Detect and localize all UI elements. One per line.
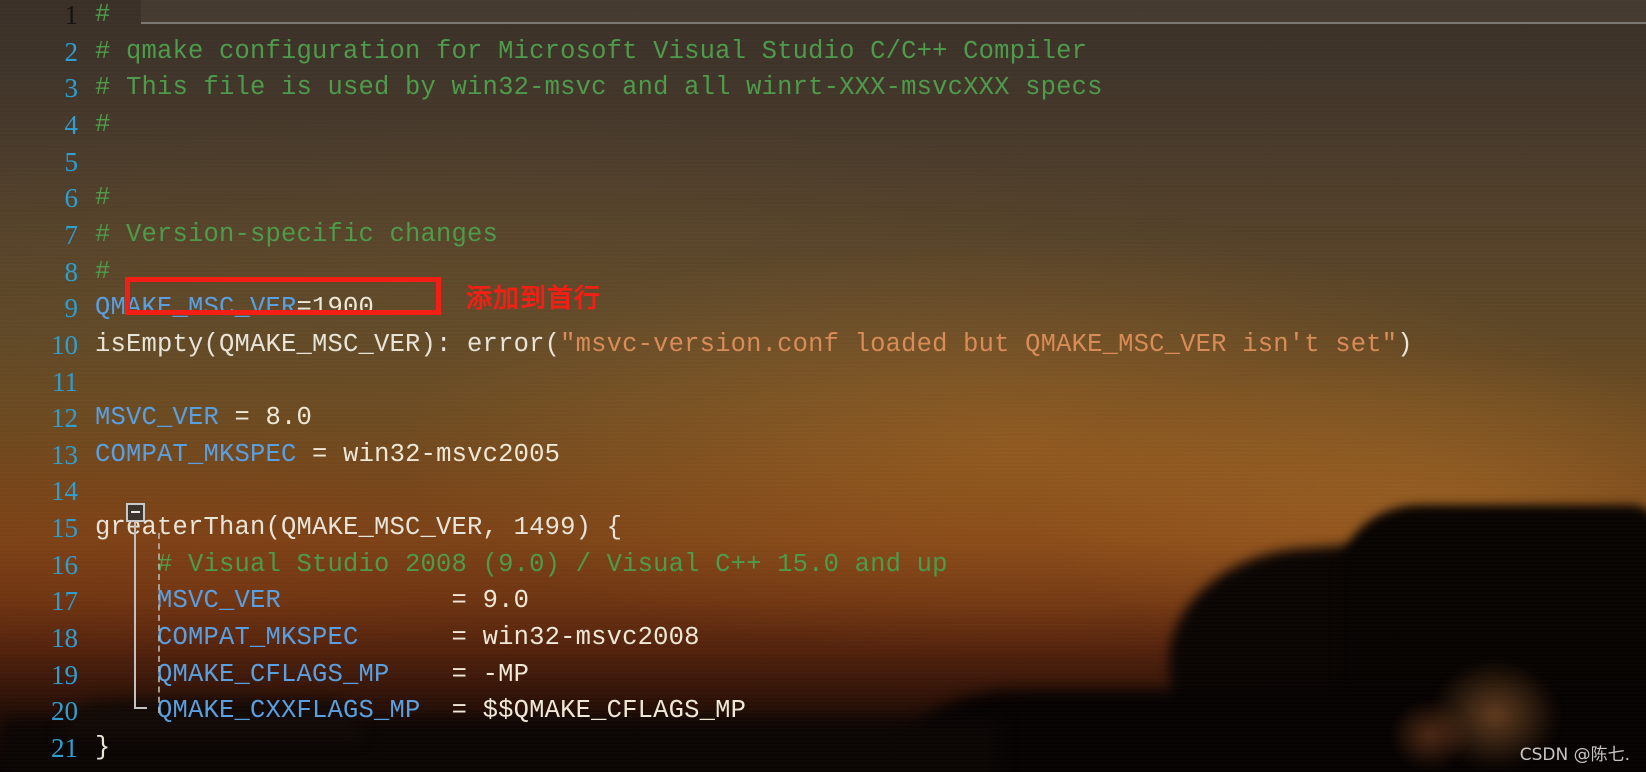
code-line[interactable]: 12 MSVC_VER = 8.0 bbox=[0, 400, 1646, 437]
code-token-cmt: # bbox=[95, 109, 111, 139]
code-text[interactable]: # Version-specific changes bbox=[95, 217, 1646, 254]
code-text[interactable]: MSVC_VER = 9.0 bbox=[95, 583, 1646, 620]
indent-guide bbox=[158, 533, 160, 713]
code-token-val: -MP bbox=[482, 659, 530, 689]
line-number: 10 bbox=[51, 329, 78, 360]
code-line[interactable]: 7 # Version-specific changes bbox=[0, 217, 1646, 254]
code-line[interactable]: 17 MSVC_VER = 9.0 bbox=[0, 583, 1646, 620]
line-number: 8 bbox=[64, 256, 79, 287]
code-token-op: = bbox=[420, 696, 483, 726]
line-number: 18 bbox=[51, 623, 78, 654]
line-number: 9 bbox=[64, 293, 79, 324]
code-token-op: = bbox=[281, 586, 483, 616]
code-line[interactable]: 16 # Visual Studio 2008 (9.0) / Visual C… bbox=[0, 547, 1646, 584]
code-line[interactable]: 15 greaterThan(QMAKE_MSC_VER, 1499) { bbox=[0, 510, 1646, 547]
code-line[interactable]: 20 QMAKE_CXXFLAGS_MP = $$QMAKE_CFLAGS_MP bbox=[0, 693, 1646, 730]
line-number: 19 bbox=[51, 659, 78, 690]
minus-fold-icon[interactable] bbox=[126, 503, 145, 522]
line-number: 3 bbox=[64, 73, 79, 104]
line-number: 20 bbox=[51, 696, 78, 727]
code-text[interactable]: COMPAT_MKSPEC = win32-msvc2008 bbox=[95, 620, 1646, 657]
code-token-cmt: # This file is used by win32-msvc and al… bbox=[95, 73, 1103, 103]
code-text[interactable]: isEmpty(QMAKE_MSC_VER): error("msvc-vers… bbox=[95, 327, 1646, 364]
line-number: 16 bbox=[51, 549, 78, 580]
line-number: 14 bbox=[51, 476, 78, 507]
code-token-val: 8.0 bbox=[265, 403, 313, 433]
line-number: 12 bbox=[51, 403, 78, 434]
line-number: 15 bbox=[51, 513, 78, 544]
code-token-var: COMPAT_MKSPEC bbox=[95, 439, 297, 469]
code-text[interactable]: # bbox=[95, 0, 1646, 34]
code-token-var: QMAKE_CXXFLAGS_MP bbox=[95, 696, 421, 726]
code-token-op: = bbox=[389, 659, 483, 689]
code-text[interactable]: } bbox=[95, 730, 1646, 767]
code-text[interactable]: MSVC_VER = 8.0 bbox=[95, 400, 1646, 437]
code-line[interactable]: 1 # bbox=[0, 0, 1646, 34]
code-token-var: MSVC_VER bbox=[95, 586, 282, 616]
code-token-var: MSVC_VER bbox=[95, 403, 220, 433]
code-token-cmt: # bbox=[95, 256, 111, 286]
code-line[interactable]: 14 bbox=[0, 473, 1646, 510]
code-text[interactable]: QMAKE_CXXFLAGS_MP = $$QMAKE_CFLAGS_MP bbox=[95, 693, 1646, 730]
line-number: 11 bbox=[52, 366, 78, 397]
code-token-fn: } bbox=[95, 733, 111, 762]
code-line[interactable]: 11 bbox=[0, 364, 1646, 401]
annotation-highlight-box bbox=[125, 277, 441, 315]
line-number: 13 bbox=[51, 439, 78, 470]
code-token-cmt: # Visual Studio 2008 (9.0) / Visual C++ … bbox=[95, 549, 948, 579]
code-token-var: QMAKE_CFLAGS_MP bbox=[95, 659, 390, 689]
code-editor[interactable]: 1 #2 # qmake configuration for Microsoft V… bbox=[0, 0, 1646, 772]
code-line[interactable]: 21} bbox=[0, 730, 1646, 767]
line-number: 6 bbox=[64, 183, 79, 214]
code-line[interactable]: 10 isEmpty(QMAKE_MSC_VER): error("msvc-ve… bbox=[0, 327, 1646, 364]
line-number: 21 bbox=[51, 733, 78, 763]
code-token-op: = bbox=[358, 623, 483, 653]
code-text[interactable]: # bbox=[95, 107, 1646, 144]
code-text[interactable]: QMAKE_CFLAGS_MP = -MP bbox=[95, 657, 1646, 694]
code-text[interactable]: # This file is used by win32-msvc and al… bbox=[95, 70, 1646, 107]
code-line[interactable]: 2 # qmake configuration for Microsoft Vis… bbox=[0, 34, 1646, 71]
line-number: 17 bbox=[51, 586, 78, 617]
fold-range-foot bbox=[134, 707, 147, 709]
line-number: 5 bbox=[64, 146, 79, 177]
line-number: 1 bbox=[64, 0, 79, 30]
code-line[interactable]: 19 QMAKE_CFLAGS_MP = -MP bbox=[0, 657, 1646, 694]
code-text[interactable]: greaterThan(QMAKE_MSC_VER, 1499) { bbox=[95, 510, 1646, 547]
code-line[interactable]: 13 COMPAT_MKSPEC = win32-msvc2005 bbox=[0, 437, 1646, 474]
code-line[interactable]: 5 bbox=[0, 144, 1646, 181]
code-token-fn: greaterThan(QMAKE_MSC_VER, 1499) { bbox=[95, 513, 623, 543]
code-token-cmt: # bbox=[95, 0, 111, 29]
code-text[interactable]: COMPAT_MKSPEC = win32-msvc2005 bbox=[95, 437, 1646, 474]
code-token-val: win32-msvc2008 bbox=[482, 623, 700, 653]
code-token-cmt: # qmake configuration for Microsoft Visu… bbox=[95, 36, 1088, 66]
code-token-val: $$QMAKE_CFLAGS_MP bbox=[482, 696, 747, 726]
code-token-val: win32-msvc2005 bbox=[343, 439, 561, 469]
code-token-cmt: # Version-specific changes bbox=[95, 219, 499, 249]
code-line[interactable]: 18 COMPAT_MKSPEC = win32-msvc2008 bbox=[0, 620, 1646, 657]
code-token-fn: isEmpty(QMAKE_MSC_VER): error( bbox=[95, 329, 561, 359]
code-token-fn: ) bbox=[1397, 329, 1413, 359]
code-line[interactable]: 3 # This file is used by win32-msvc and a… bbox=[0, 70, 1646, 107]
code-text[interactable]: # qmake configuration for Microsoft Visu… bbox=[95, 34, 1646, 71]
code-text[interactable]: # bbox=[95, 180, 1646, 217]
code-token-cmt: # bbox=[95, 183, 111, 213]
line-number: 7 bbox=[64, 219, 79, 250]
line-number: 4 bbox=[64, 109, 79, 140]
code-text[interactable]: # Visual Studio 2008 (9.0) / Visual C++ … bbox=[95, 547, 1646, 584]
code-token-op: = bbox=[296, 439, 344, 469]
annotation-label: 添加到首行 bbox=[466, 284, 602, 314]
code-line[interactable]: 6 # bbox=[0, 180, 1646, 217]
code-token-val: 9.0 bbox=[482, 586, 530, 616]
line-number: 2 bbox=[64, 36, 79, 67]
csdn-watermark: CSDN @陈七. bbox=[1519, 745, 1630, 765]
fold-range-line bbox=[134, 522, 136, 709]
code-token-str: "msvc-version.conf loaded but QMAKE_MSC_… bbox=[560, 329, 1398, 359]
code-line[interactable]: 4 # bbox=[0, 107, 1646, 144]
code-content-area[interactable]: 1 #2 # qmake configuration for Microsoft V… bbox=[0, 0, 1646, 772]
code-token-op: = bbox=[219, 403, 266, 433]
